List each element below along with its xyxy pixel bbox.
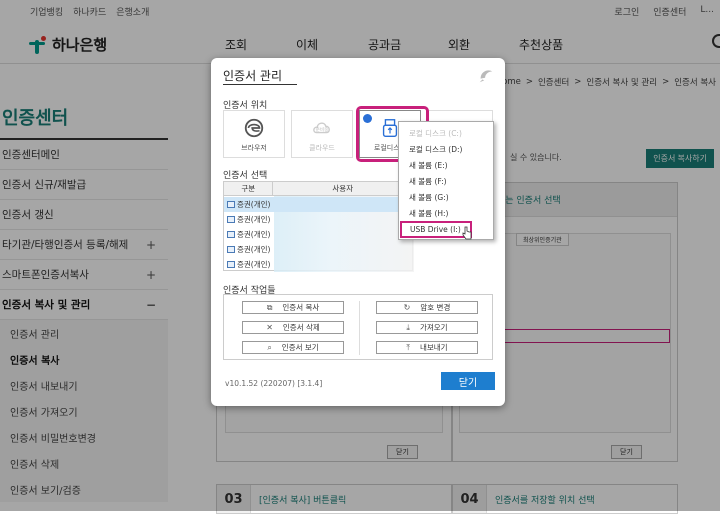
location-browser-button[interactable]: 브라우저 (223, 110, 285, 158)
work-button-label: 인증서 보기 (281, 343, 319, 352)
copy-cert-work-button[interactable]: ⧉ 인증서 복사 (242, 301, 344, 314)
delete-cert-button[interactable]: ✕ 인증서 삭제 (242, 321, 344, 334)
certificate-icon (227, 261, 235, 268)
location-cloud-button: 준비중 클라우드 (291, 110, 353, 158)
dialog-title: 인증서 관리 (223, 69, 283, 83)
cert-type: 증권(개인) (237, 260, 271, 269)
hand-cursor-icon (462, 226, 472, 240)
certificate-icon (227, 231, 235, 238)
work-button-label: 암호 변경 (420, 303, 451, 312)
drive-option-g[interactable]: 새 볼륨 (G:) (399, 190, 493, 205)
view-cert-button[interactable]: ⌕ 인증서 보기 (242, 341, 344, 354)
delete-icon: ✕ (266, 323, 273, 332)
work-divider (359, 301, 360, 355)
col-type: 구분 (224, 182, 274, 195)
certificate-icon (227, 246, 235, 253)
work-button-label: 인증서 삭제 (282, 323, 320, 332)
dialog-close-button[interactable]: 닫기 (441, 372, 495, 390)
certificate-icon (227, 216, 235, 223)
drive-option-c: 로컬 디스크 (C:) (409, 129, 462, 138)
cert-type: 증권(개인) (237, 245, 271, 254)
certificate-icon (227, 201, 235, 208)
work-button-label: 가져오기 (419, 323, 448, 332)
refresh-icon: ↻ (403, 303, 411, 312)
cert-type: 증권(개인) (237, 230, 271, 239)
cert-type: 증권(개인) (237, 200, 271, 209)
cert-row[interactable]: 증권(개인) (224, 197, 412, 212)
cert-table: 구분 사용자 증권(개인) 증권(개인) 증권(개인) 증권(개인) 증권(개인… (223, 181, 414, 272)
drive-option-e[interactable]: 새 볼륨 (E:) (399, 158, 493, 173)
cert-work-box: ⧉ 인증서 복사 ↻ 암호 변경 ✕ 인증서 삭제 ⤓ 가져오기 ⌕ 인증서 보기 ⤒ 내보… (223, 294, 493, 360)
cert-row[interactable]: 증권(개인) (224, 242, 412, 257)
cert-row[interactable]: 증권(개인) (224, 227, 412, 242)
import-icon: ⤓ (406, 322, 410, 332)
drive-dropdown: 로컬 디스크 (C:) 로컬 디스크 (D:) 새 볼륨 (E:) 새 볼륨 (… (398, 121, 494, 240)
cert-table-header: 구분 사용자 (224, 182, 412, 196)
cert-select-label: 인증서 선택 (223, 171, 268, 181)
browser-icon (244, 118, 264, 138)
work-button-label: 인증서 복사 (282, 303, 320, 312)
dolphin-logo-icon (479, 70, 493, 83)
drive-option-f[interactable]: 새 볼륨 (F:) (399, 174, 493, 189)
title-underline (223, 84, 297, 85)
work-button-label: 내보내기 (419, 343, 448, 352)
export-button[interactable]: ⤒ 내보내기 (376, 341, 478, 354)
drive-option-h[interactable]: 새 볼륨 (H:) (399, 206, 493, 221)
cloud-icon: 준비중 (313, 122, 330, 134)
location-label-cloud: 클라우드 (309, 144, 335, 152)
cert-row[interactable]: 증권(개인) (224, 257, 412, 272)
export-icon: ⤒ (406, 342, 410, 352)
col-user: 사용자 (332, 184, 354, 193)
copy-icon: ⧉ (266, 302, 273, 312)
cert-row[interactable]: 증권(개인) (224, 212, 412, 227)
version-text: v10.1.52 (220207) [3.1.4] (225, 379, 323, 388)
search-icon: ⌕ (267, 342, 272, 352)
location-label-browser: 브라우저 (241, 144, 267, 152)
drive-option-d[interactable]: 로컬 디스크 (D:) (399, 142, 493, 157)
change-password-button[interactable]: ↻ 암호 변경 (376, 301, 478, 314)
cert-type: 증권(개인) (237, 215, 271, 224)
import-button[interactable]: ⤓ 가져오기 (376, 321, 478, 334)
